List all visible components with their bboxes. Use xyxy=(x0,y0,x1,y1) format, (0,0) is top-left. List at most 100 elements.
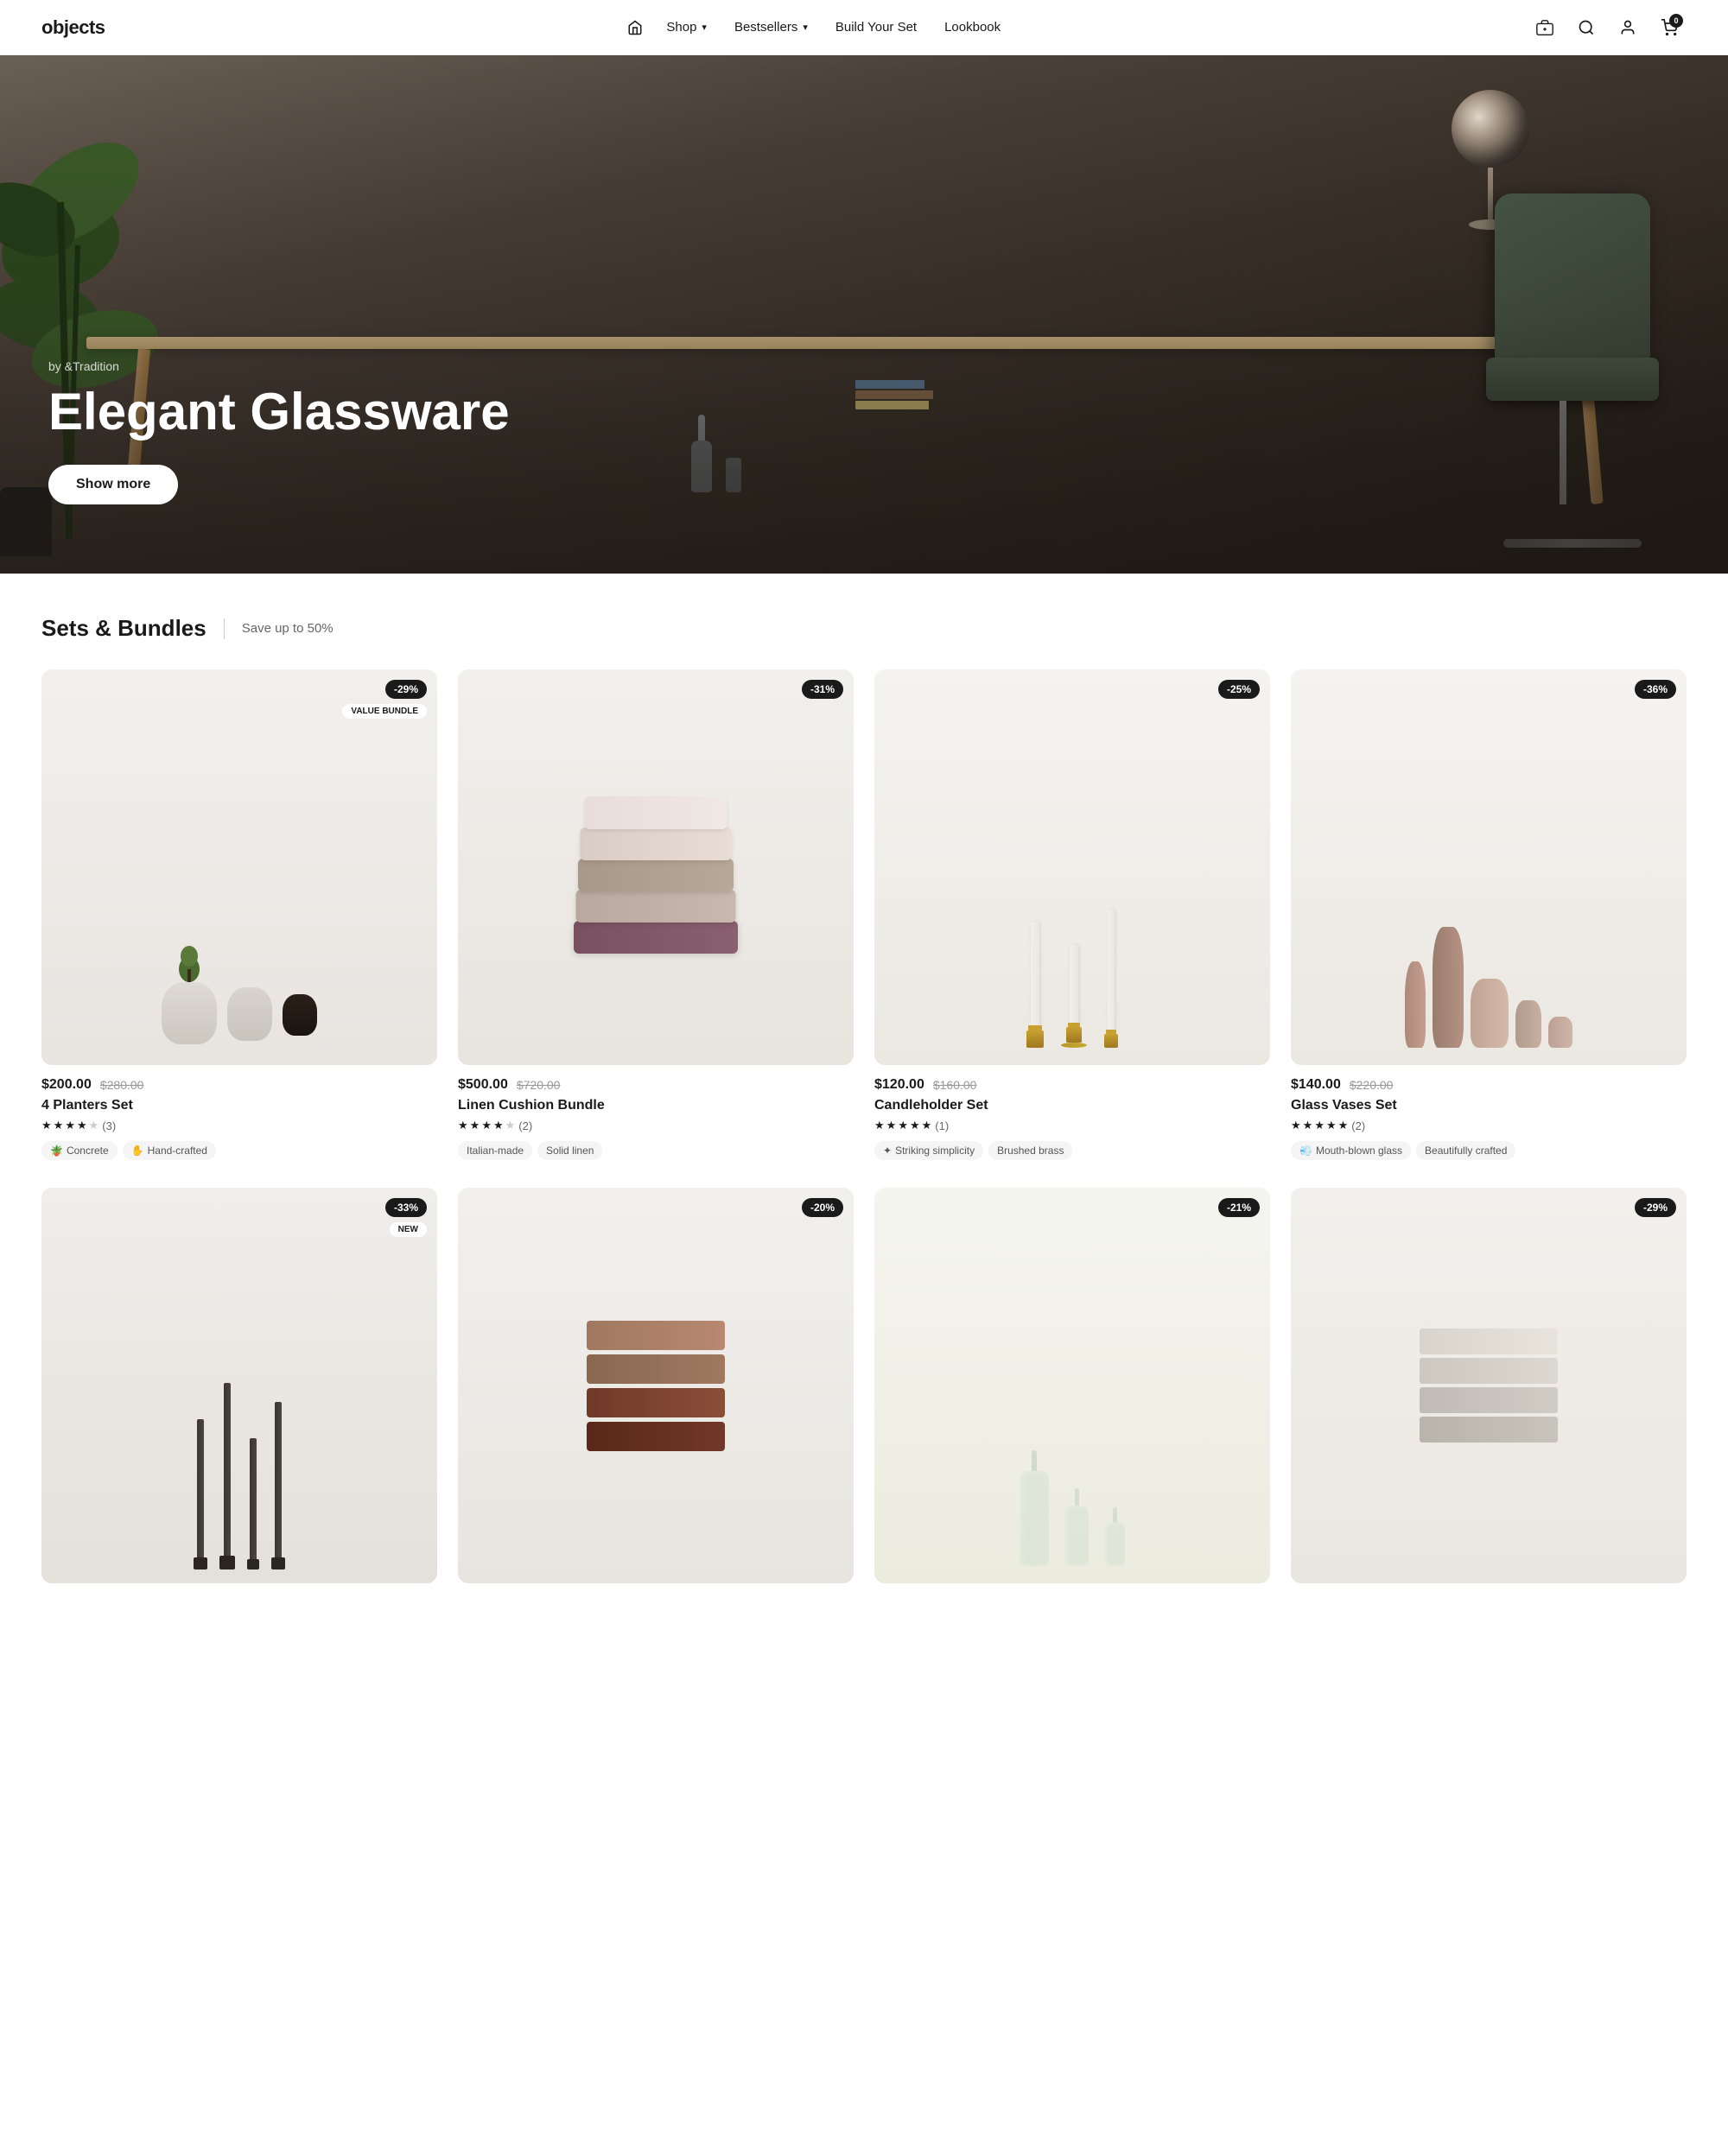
price-candles: $120.00 $160.00 xyxy=(874,1077,1270,1093)
home-nav-icon[interactable] xyxy=(621,14,649,41)
price-original-cushions: $720.00 xyxy=(517,1078,561,1092)
section-title: Sets & Bundles xyxy=(41,615,206,642)
review-count-planters: (3) xyxy=(102,1119,116,1132)
mouth-blown-icon: 💨 xyxy=(1299,1145,1312,1157)
product-image-bottles: -21% xyxy=(874,1188,1270,1583)
tags-candles: ✦ Striking simplicity Brushed brass xyxy=(874,1141,1270,1160)
star-group-cushions: ★ ★ ★ ★ ★ xyxy=(458,1119,515,1132)
star-5: ★ xyxy=(505,1119,516,1132)
tag-concrete: 🪴 Concrete xyxy=(41,1141,118,1160)
tag-brass: Brushed brass xyxy=(988,1141,1072,1160)
simplicity-icon: ✦ xyxy=(883,1145,892,1157)
new-badge-candles2: NEW xyxy=(390,1222,427,1237)
hero-section: by &Tradition Elegant Glassware Show mor… xyxy=(0,55,1728,574)
star-5: ★ xyxy=(922,1119,932,1132)
account-button[interactable] xyxy=(1610,10,1645,45)
star-4: ★ xyxy=(910,1119,920,1132)
cart-button[interactable]: 0 xyxy=(1652,10,1687,45)
section-subtitle: Save up to 50% xyxy=(242,621,334,636)
star-4: ★ xyxy=(493,1119,504,1132)
price-current-planters: $200.00 xyxy=(41,1077,92,1093)
tag-italian: Italian-made xyxy=(458,1141,532,1160)
price-current-candles: $120.00 xyxy=(874,1077,924,1093)
product-image-towels: -20% xyxy=(458,1188,854,1583)
price-current-vases: $140.00 xyxy=(1291,1077,1341,1093)
hero-title: Elegant Glassware xyxy=(48,384,510,441)
star-3: ★ xyxy=(1314,1119,1325,1132)
product-name-cushions: Linen Cushion Bundle xyxy=(458,1098,854,1113)
hero-content: by &Tradition Elegant Glassware Show mor… xyxy=(48,359,510,504)
product-card-planters[interactable]: -29% VALUE BUNDLE $200.00 $280.00 4 Plan… xyxy=(41,669,437,1160)
search-button[interactable] xyxy=(1569,10,1604,45)
star-3: ★ xyxy=(481,1119,492,1132)
star-3: ★ xyxy=(65,1119,75,1132)
nav-logo[interactable]: objects xyxy=(41,16,105,39)
price-current-cushions: $500.00 xyxy=(458,1077,508,1093)
star-group-vases: ★ ★ ★ ★ ★ xyxy=(1291,1119,1348,1132)
price-cushions: $500.00 $720.00 xyxy=(458,1077,854,1093)
product-grid-row1: -29% VALUE BUNDLE $200.00 $280.00 4 Plan… xyxy=(41,669,1687,1188)
star-1: ★ xyxy=(458,1119,468,1132)
star-4: ★ xyxy=(1326,1119,1337,1132)
star-1: ★ xyxy=(1291,1119,1301,1132)
stars-candles: ★ ★ ★ ★ ★ (1) xyxy=(874,1119,1270,1132)
nav-bestsellers[interactable]: Bestsellers ▾ xyxy=(724,13,818,41)
review-count-cushions: (2) xyxy=(518,1119,532,1132)
handcrafted-icon: ✋ xyxy=(131,1145,144,1157)
review-count-candles: (1) xyxy=(935,1119,949,1132)
3d-view-button[interactable] xyxy=(1528,10,1562,45)
stars-planters: ★ ★ ★ ★ ★ (3) xyxy=(41,1119,437,1132)
stars-cushions: ★ ★ ★ ★ ★ (2) xyxy=(458,1119,854,1132)
product-card-bottles[interactable]: -21% xyxy=(874,1188,1270,1595)
tags-cushions: Italian-made Solid linen xyxy=(458,1141,854,1160)
tags-vases: 💨 Mouth-blown glass Beautifully crafted xyxy=(1291,1141,1687,1160)
star-3: ★ xyxy=(898,1119,908,1132)
discount-badge-vases: -36% xyxy=(1635,680,1676,699)
star-1: ★ xyxy=(41,1119,52,1132)
nav-shop[interactable]: Shop ▾ xyxy=(656,13,717,41)
nav-icon-group: 0 xyxy=(1528,10,1687,45)
product-grid-row2: -33% NEW xyxy=(41,1188,1687,1637)
product-card-towels[interactable]: -20% xyxy=(458,1188,854,1595)
tag-simplicity: ✦ Striking simplicity xyxy=(874,1141,983,1160)
section-divider xyxy=(224,618,225,639)
tag-mouth-blown: 💨 Mouth-blown glass xyxy=(1291,1141,1411,1160)
product-name-planters: 4 Planters Set xyxy=(41,1098,437,1113)
star-1: ★ xyxy=(874,1119,885,1132)
product-card-candles2[interactable]: -33% NEW xyxy=(41,1188,437,1595)
discount-badge-blankets: -29% xyxy=(1635,1198,1676,1217)
discount-badge-towels: -20% xyxy=(802,1198,843,1217)
star-2: ★ xyxy=(1303,1119,1313,1132)
discount-badge-candles2: -33% xyxy=(385,1198,427,1217)
price-original-vases: $220.00 xyxy=(1350,1078,1394,1092)
nav-lookbook[interactable]: Lookbook xyxy=(934,13,1011,41)
product-image-candles: -25% xyxy=(874,669,1270,1065)
hero-cta-button[interactable]: Show more xyxy=(48,465,178,504)
star-2: ★ xyxy=(886,1119,897,1132)
nav-build-your-set[interactable]: Build Your Set xyxy=(825,13,927,41)
product-card-candles[interactable]: -25% xyxy=(874,669,1270,1160)
product-image-cushions: -31% xyxy=(458,669,854,1065)
product-card-blankets[interactable]: -29% xyxy=(1291,1188,1687,1595)
product-image-vases: -36% xyxy=(1291,669,1687,1065)
nav-links: Shop ▾ Bestsellers ▾ Build Your Set Look… xyxy=(621,13,1011,41)
price-vases: $140.00 $220.00 xyxy=(1291,1077,1687,1093)
tag-handcrafted: ✋ Hand-crafted xyxy=(123,1141,216,1160)
hero-brand: by &Tradition xyxy=(48,359,510,373)
shop-chevron: ▾ xyxy=(702,22,707,33)
discount-badge-planters: -29% xyxy=(385,680,427,699)
cart-count-badge: 0 xyxy=(1669,14,1683,28)
star-5: ★ xyxy=(1338,1119,1349,1132)
product-card-cushions[interactable]: -31% $500.00 $720.00 Linen Cushion Bundl… xyxy=(458,669,854,1160)
price-planters: $200.00 $280.00 xyxy=(41,1077,437,1093)
product-image-planters: -29% VALUE BUNDLE xyxy=(41,669,437,1065)
value-bundle-badge-planters: VALUE BUNDLE xyxy=(342,704,427,719)
product-card-vases[interactable]: -36% xyxy=(1291,669,1687,1160)
discount-badge-candles: -25% xyxy=(1218,680,1260,699)
tag-linen: Solid linen xyxy=(537,1141,602,1160)
stars-vases: ★ ★ ★ ★ ★ (2) xyxy=(1291,1119,1687,1132)
bestsellers-chevron: ▾ xyxy=(803,22,808,33)
main-content: Sets & Bundles Save up to 50% -29% VALUE… xyxy=(0,574,1728,1637)
discount-badge-cushions: -31% xyxy=(802,680,843,699)
tag-beautifully-crafted: Beautifully crafted xyxy=(1416,1141,1515,1160)
